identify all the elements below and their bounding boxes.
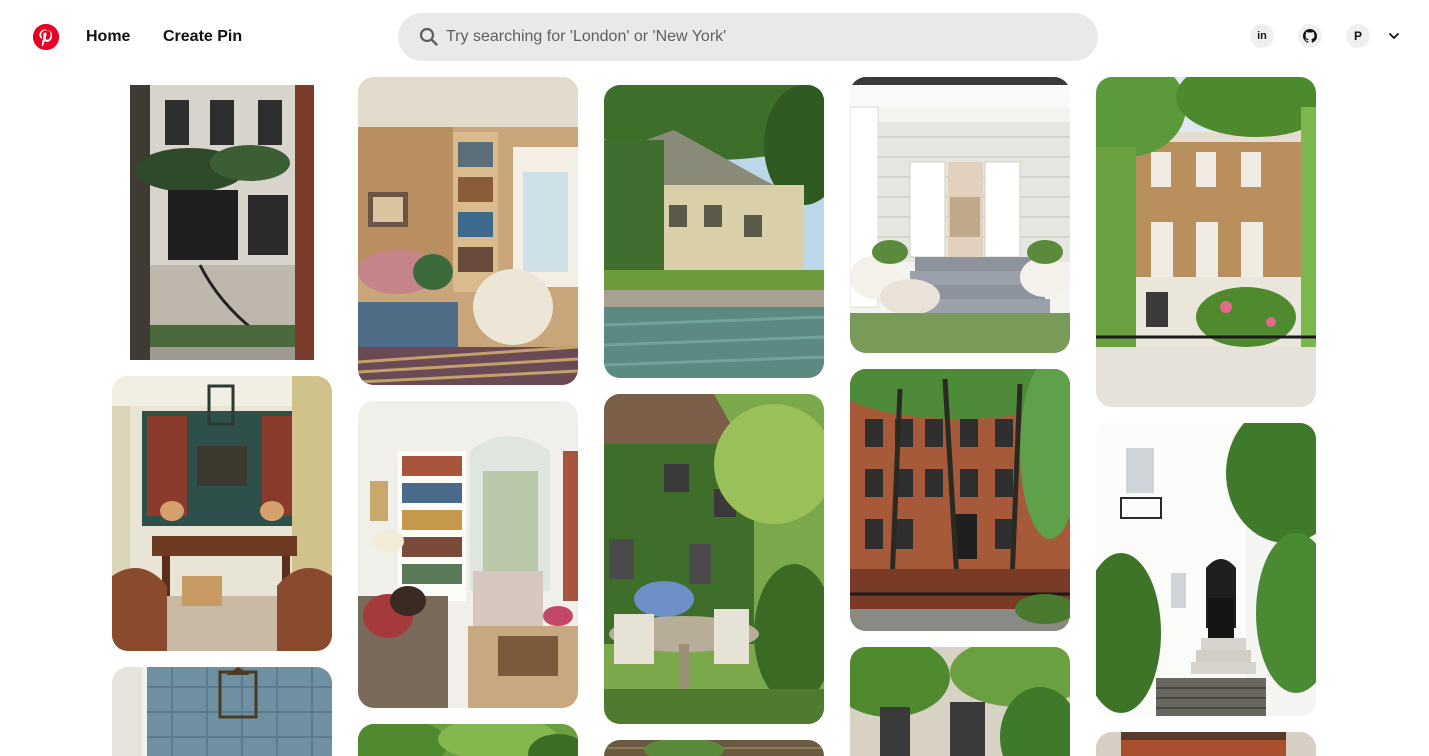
pin-white-stucco-house[interactable] [1096,423,1316,716]
github-icon[interactable] [1298,24,1322,48]
top-navigation-bar: Home Create Pin in P [0,0,1429,72]
pin-blue-tiled-room[interactable] [112,667,332,756]
pin-wood-reading-nook[interactable] [358,77,578,385]
nav-home-link[interactable]: Home [86,26,130,48]
pin-garden-treetops[interactable] [358,724,578,756]
pin-ivy-cottage-patio[interactable] [604,394,824,724]
profile-avatar[interactable]: P [1346,24,1370,48]
pin-red-brick-brownstones[interactable] [850,369,1070,631]
pin-ivy-house-pool[interactable] [604,85,824,378]
search-bar[interactable] [398,13,1098,61]
pin-stone-wall[interactable] [604,740,824,756]
pin-white-living-room-bookshelves[interactable] [358,401,578,708]
pinterest-p-glyph [33,24,59,50]
pin-green-library-room[interactable] [112,376,332,651]
pin-white-porch-flowers[interactable] [850,77,1070,353]
search-input[interactable] [446,13,1076,61]
linkedin-icon[interactable]: in [1250,24,1274,48]
pin-brownstone-townhouse[interactable] [130,85,314,360]
chevron-down-icon[interactable] [1384,26,1404,46]
github-glyph [1303,29,1317,43]
pin-townhouse-behind-trees[interactable] [850,647,1070,756]
pin-brick-london-townhouse[interactable] [1096,77,1316,407]
search-icon [419,27,438,46]
nav-create-pin-link[interactable]: Create Pin [163,26,242,48]
pinterest-logo-icon[interactable] [33,24,59,50]
pin-red-brick-building[interactable] [1096,732,1316,756]
